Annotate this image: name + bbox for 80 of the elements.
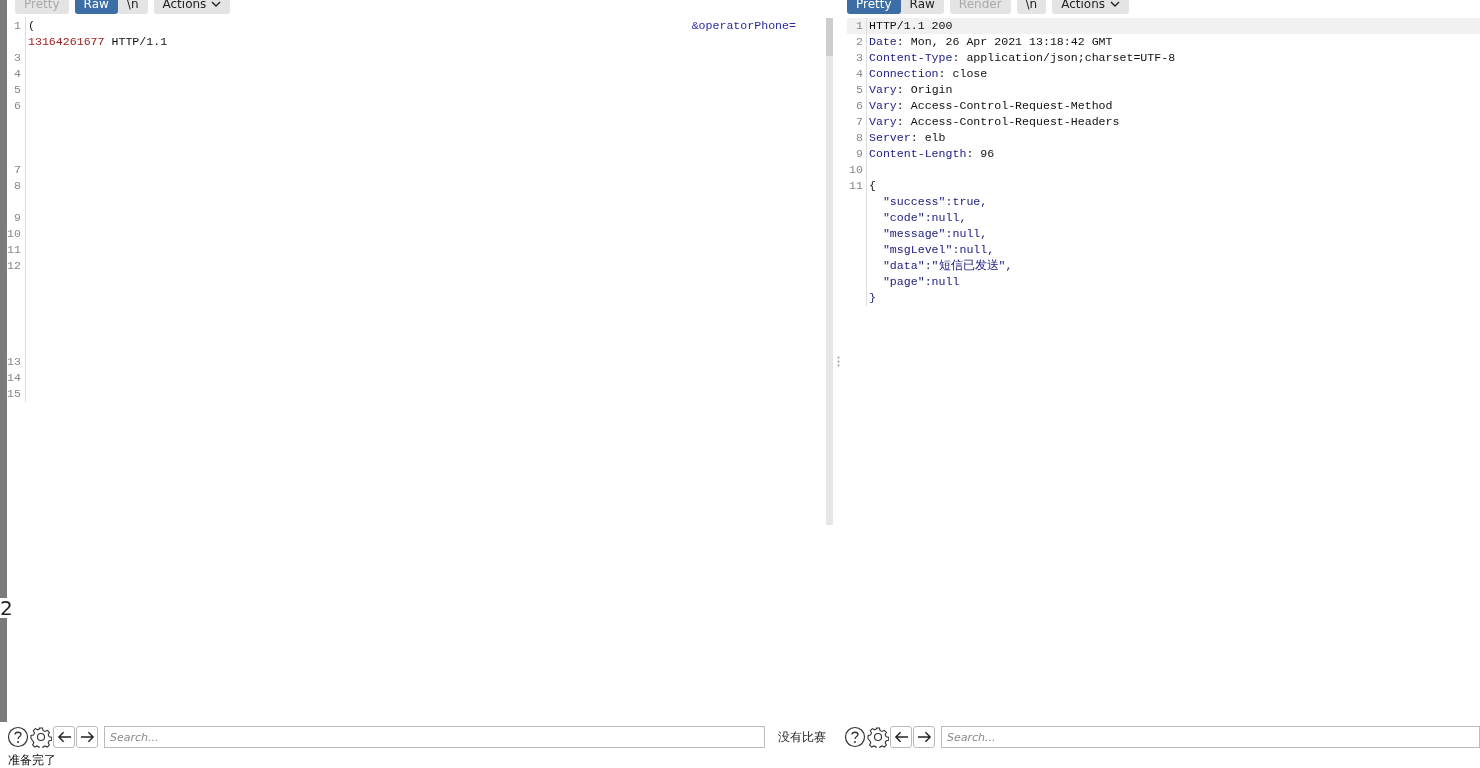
line-number: 9 [847,146,867,162]
line-number: 1 [7,18,26,50]
line-number: 2 [847,34,867,50]
code-text: : Origin [896,82,953,98]
line-number: 5 [7,82,26,98]
status-text: 准备完了 [7,752,57,768]
view-tab[interactable]: Raw [74,0,118,14]
code-text: : Mon, 26 Apr 2021 13:18:42 GMT [896,34,1113,50]
code-text: "page":null [881,274,960,290]
view-tab[interactable]: Pretty [847,0,901,14]
line-number: 10 [847,162,867,178]
line-number: 4 [7,66,26,82]
view-tab[interactable]: \n [117,0,148,14]
line-number: 3 [7,50,26,66]
line-number: 10 [7,226,26,242]
code-text: : Access-Control-Request-Method [896,98,1113,114]
line-number: 9 [7,210,26,226]
line-number: 11 [847,178,867,306]
left-arrow-icon [893,731,909,743]
code-text: : 96 [966,146,995,162]
line-number: 5 [847,82,867,98]
code-text: "code":null, [881,210,967,226]
code-text: Vary [869,82,897,98]
code-text: : application/json;charset=UTF-8 [952,50,1176,66]
code-text: Server [869,130,911,146]
line-number: 15 [7,386,26,402]
line-number: 14 [7,370,26,386]
help-icon[interactable] [844,726,866,748]
line-number: 7 [7,162,26,178]
view-tab[interactable]: \n [1016,0,1047,14]
code-text: : Access-Control-Request-Headers [896,114,1120,130]
code-text: Content-Type [869,50,953,66]
code-text: HTTP/1.1 [110,34,168,50]
line-number: 11 [7,242,26,258]
line-number: 6 [7,98,26,162]
settings-icon[interactable] [30,726,52,748]
code-text: &operatorPhone= [691,18,796,34]
scrollbar[interactable] [826,18,833,525]
line-number: 8 [7,178,26,210]
resize-handle[interactable] [836,355,840,367]
line-number: 13 [7,354,26,370]
code-text: Date [869,34,897,50]
chevron-icon [211,1,222,7]
previous-button[interactable] [53,726,75,748]
line-number: 6 [847,98,867,114]
next-button[interactable] [913,726,935,748]
code-text: ( [28,18,35,34]
next-button[interactable] [76,726,98,748]
code-text: } [869,290,876,306]
settings-icon[interactable] [867,726,889,748]
line-number: 4 [847,66,867,82]
code-text: Connection [869,66,939,82]
match-status: 没有比赛 [777,728,827,746]
left-arrow-icon [56,731,72,743]
help-icon[interactable] [7,726,29,748]
code-text: "success":true, [881,194,988,210]
edge-text: 2 [0,598,13,618]
code-text: "msgLevel":null, [881,242,995,258]
code-text: Vary [869,98,897,114]
code-text: : elb [910,130,946,146]
right-arrow-icon [79,731,95,743]
line-number: 8 [847,130,867,146]
line-number: 7 [847,114,867,130]
code-text: "message":null, [881,226,988,242]
chevron-icon [1110,1,1121,7]
search-field[interactable]: Search... [104,726,765,748]
code-text: 13164261677 [28,34,105,50]
line-number: 1 [847,18,867,34]
view-tab[interactable]: Raw [900,0,944,14]
code-text: HTTP/1.1 200 [869,18,953,34]
code-text: : close [938,66,988,82]
previous-button[interactable] [890,726,912,748]
line-number: 12 [7,258,26,354]
line-number: 3 [847,50,867,66]
code-text: { [869,178,876,194]
code-text: "data":"短信已发送", [881,258,1013,274]
code-text: Content-Length [869,146,967,162]
right-arrow-icon [916,731,932,743]
code-text: Vary [869,114,897,130]
search-field[interactable]: Search... [941,726,1480,748]
